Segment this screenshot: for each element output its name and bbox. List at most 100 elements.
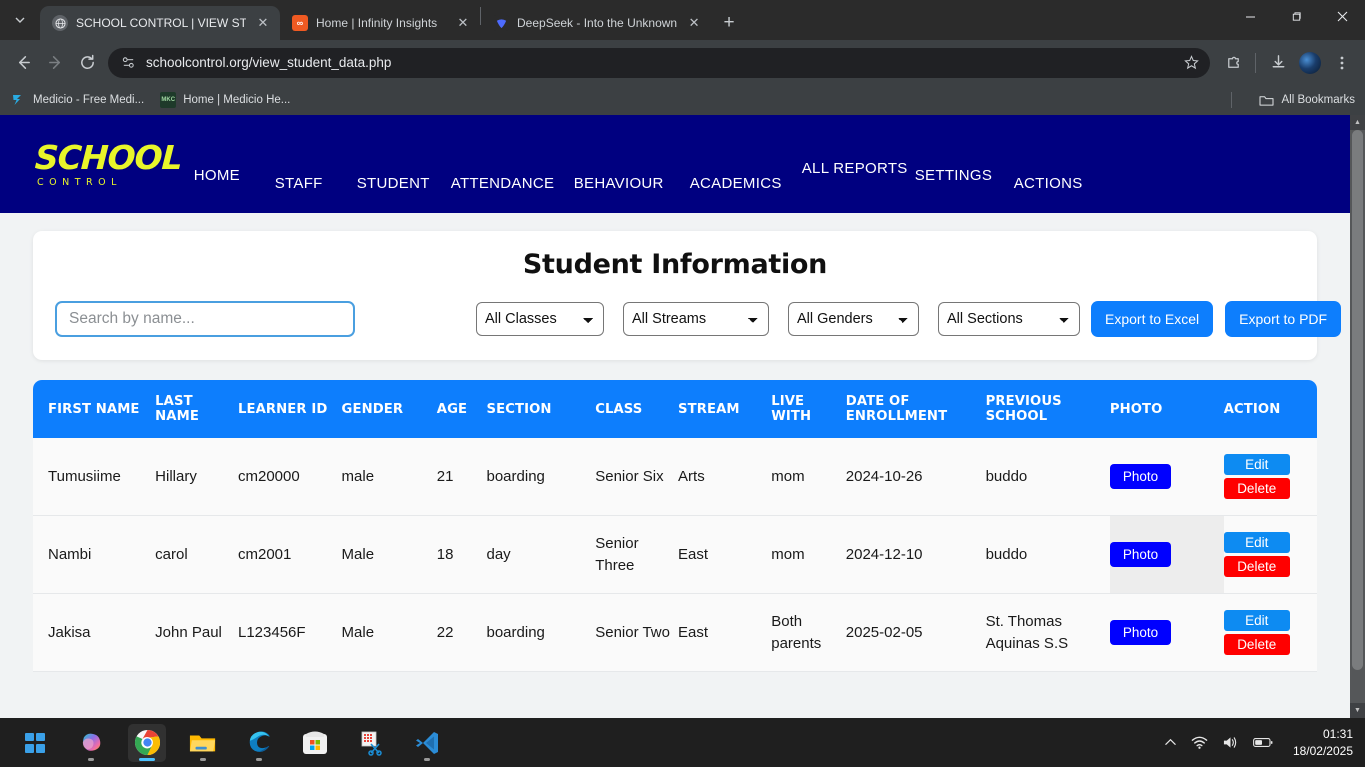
url-text: schoolcontrol.org/view_student_data.php (146, 55, 392, 70)
edit-button[interactable]: Edit (1223, 454, 1290, 475)
minimize-icon[interactable] (1227, 0, 1273, 32)
all-bookmarks-button[interactable]: All Bookmarks (1259, 92, 1355, 108)
header-last-name: LAST NAME (155, 380, 238, 438)
forward-icon[interactable] (40, 48, 70, 78)
scroll-up-icon[interactable]: ▲ (1350, 115, 1365, 130)
delete-button[interactable]: Delete (1223, 478, 1290, 499)
app-running-dot (256, 757, 262, 761)
profile-avatar[interactable] (1295, 48, 1325, 78)
nav-item-actions[interactable]: ACTIONS (1014, 175, 1083, 192)
cell-gender: Male (341, 593, 437, 672)
header-learner-id: LEARNER ID (238, 380, 342, 438)
chrome-menu-icon[interactable] (1327, 48, 1357, 78)
new-tab-button[interactable]: + (715, 9, 743, 37)
cell-live-with: mom (771, 515, 846, 594)
reload-icon[interactable] (72, 48, 102, 78)
photo-button[interactable]: Photo (1109, 542, 1172, 567)
wifi-icon[interactable] (1191, 735, 1208, 750)
cell-first-name: Jakisa (33, 593, 156, 672)
cell-class: Senior Six (595, 438, 679, 516)
table-body: Tumusiime Hillary cm20000 male 21 boardi… (33, 438, 1317, 672)
snipping-tool-icon[interactable] (352, 724, 390, 762)
bookmark-item-1[interactable]: MKC Home | Medicio He... (160, 92, 290, 108)
chevron-up-icon[interactable] (1164, 736, 1177, 749)
student-table: FIRST NAME LAST NAME LEARNER ID GENDER A… (33, 380, 1317, 672)
edit-button[interactable]: Edit (1223, 532, 1290, 553)
deepseek-icon (493, 15, 509, 31)
bookmark-item-0[interactable]: Medicio - Free Medi... (10, 92, 144, 108)
cell-age: 22 (436, 593, 487, 672)
bookmarks-bar: Medicio - Free Medi... MKC Home | Medici… (0, 85, 1365, 115)
edit-button[interactable]: Edit (1223, 610, 1290, 631)
chrome-icon[interactable] (128, 723, 166, 762)
download-icon[interactable] (1263, 48, 1293, 78)
back-icon[interactable] (8, 48, 38, 78)
gender-filter-select[interactable]: All Genders (788, 302, 919, 336)
browser-tab-2[interactable]: DeepSeek - Into the Unknown ✕ (481, 6, 711, 40)
close-icon[interactable] (1319, 0, 1365, 32)
nav-item-student[interactable]: STUDENT (357, 175, 430, 192)
mkc-icon: MKC (160, 92, 177, 108)
scrollbar-track[interactable] (1350, 130, 1365, 703)
table-row[interactable]: Nambi carol cm2001 Male 18 day Senior Th… (33, 515, 1317, 594)
tab-title: Home | Infinity Insights (316, 16, 438, 30)
nav-item-all-reports[interactable]: ALL REPORTS (802, 160, 908, 177)
browser-tab-0[interactable]: SCHOOL CONTROL | VIEW STUD ✕ (40, 6, 280, 40)
vscode-icon[interactable] (408, 724, 446, 762)
windows-start-icon[interactable] (16, 724, 54, 762)
volume-icon[interactable] (1222, 735, 1239, 750)
extensions-icon[interactable] (1218, 48, 1248, 78)
medicio-icon (10, 92, 26, 108)
nav-item-behaviour[interactable]: BEHAVIOUR (574, 175, 664, 192)
infinity-icon: ∞ (292, 15, 308, 31)
nav-item-settings[interactable]: SETTINGS (915, 167, 992, 184)
site-settings-icon[interactable] (118, 53, 138, 73)
taskbar-clock[interactable]: 01:31 18/02/2025 (1293, 726, 1353, 758)
header-date-of-enrollment: DATE OF ENROLLMENT (845, 380, 986, 438)
battery-icon[interactable] (1253, 736, 1273, 749)
browser-tab-1[interactable]: ∞ Home | Infinity Insights ✕ (280, 6, 480, 40)
section-filter-select[interactable]: All Sections (938, 302, 1080, 336)
scrollbar-thumb[interactable] (1352, 130, 1363, 670)
nav-item-academics[interactable]: ACADEMICS (690, 175, 782, 192)
scroll-down-icon[interactable]: ▼ (1350, 703, 1365, 718)
nav-item-staff[interactable]: STAFF (275, 175, 323, 192)
nav-item-attendance[interactable]: ATTENDANCE (451, 175, 555, 192)
app-active-dot (139, 757, 155, 761)
file-explorer-icon[interactable] (184, 724, 222, 762)
edge-icon[interactable] (240, 724, 278, 762)
cell-learner-id: L123456F (238, 593, 342, 672)
site-logo[interactable]: SCHOOL CONTROL (33, 137, 183, 188)
cell-section: day (486, 515, 596, 594)
close-icon[interactable]: ✕ (685, 14, 703, 32)
export-to-excel-button[interactable]: Export to Excel (1091, 301, 1214, 337)
photo-button[interactable]: Photo (1109, 464, 1172, 489)
table-header-row: FIRST NAME LAST NAME LEARNER ID GENDER A… (33, 380, 1317, 438)
copilot-icon[interactable] (72, 724, 110, 762)
search-input[interactable] (55, 301, 355, 337)
nav-item-home[interactable]: HOME (194, 167, 240, 184)
class-filter-select[interactable]: All Classes (476, 302, 604, 336)
close-icon[interactable]: ✕ (454, 14, 472, 32)
globe-icon (52, 15, 68, 31)
photo-button[interactable]: Photo (1109, 620, 1172, 645)
export-to-pdf-button[interactable]: Export to PDF (1225, 301, 1342, 337)
delete-button[interactable]: Delete (1223, 556, 1290, 577)
table-row[interactable]: Tumusiime Hillary cm20000 male 21 boardi… (33, 438, 1317, 516)
cell-last-name: Hillary (155, 438, 238, 516)
page-title: Student Information (522, 249, 828, 280)
logo-main-text: SCHOOL (33, 137, 183, 177)
stream-filter-select[interactable]: All Streams (623, 302, 769, 336)
bookmark-star-icon[interactable] (1178, 50, 1204, 76)
microsoft-store-icon[interactable] (296, 724, 334, 762)
close-icon[interactable]: ✕ (254, 14, 272, 32)
table-row[interactable]: Jakisa John Paul L123456F Male 22 boardi… (33, 593, 1317, 672)
cell-previous-school: buddo (985, 438, 1110, 516)
address-bar[interactable]: schoolcontrol.org/view_student_data.php (108, 47, 1210, 78)
delete-button[interactable]: Delete (1223, 634, 1290, 655)
header-class: CLASS (595, 380, 679, 438)
page-scrollbar[interactable]: ▲ ▼ (1350, 115, 1365, 718)
windows-taskbar: 01:31 18/02/2025 (0, 718, 1365, 767)
tab-search-chevron-icon[interactable] (0, 0, 40, 40)
maximize-icon[interactable] (1273, 0, 1319, 32)
